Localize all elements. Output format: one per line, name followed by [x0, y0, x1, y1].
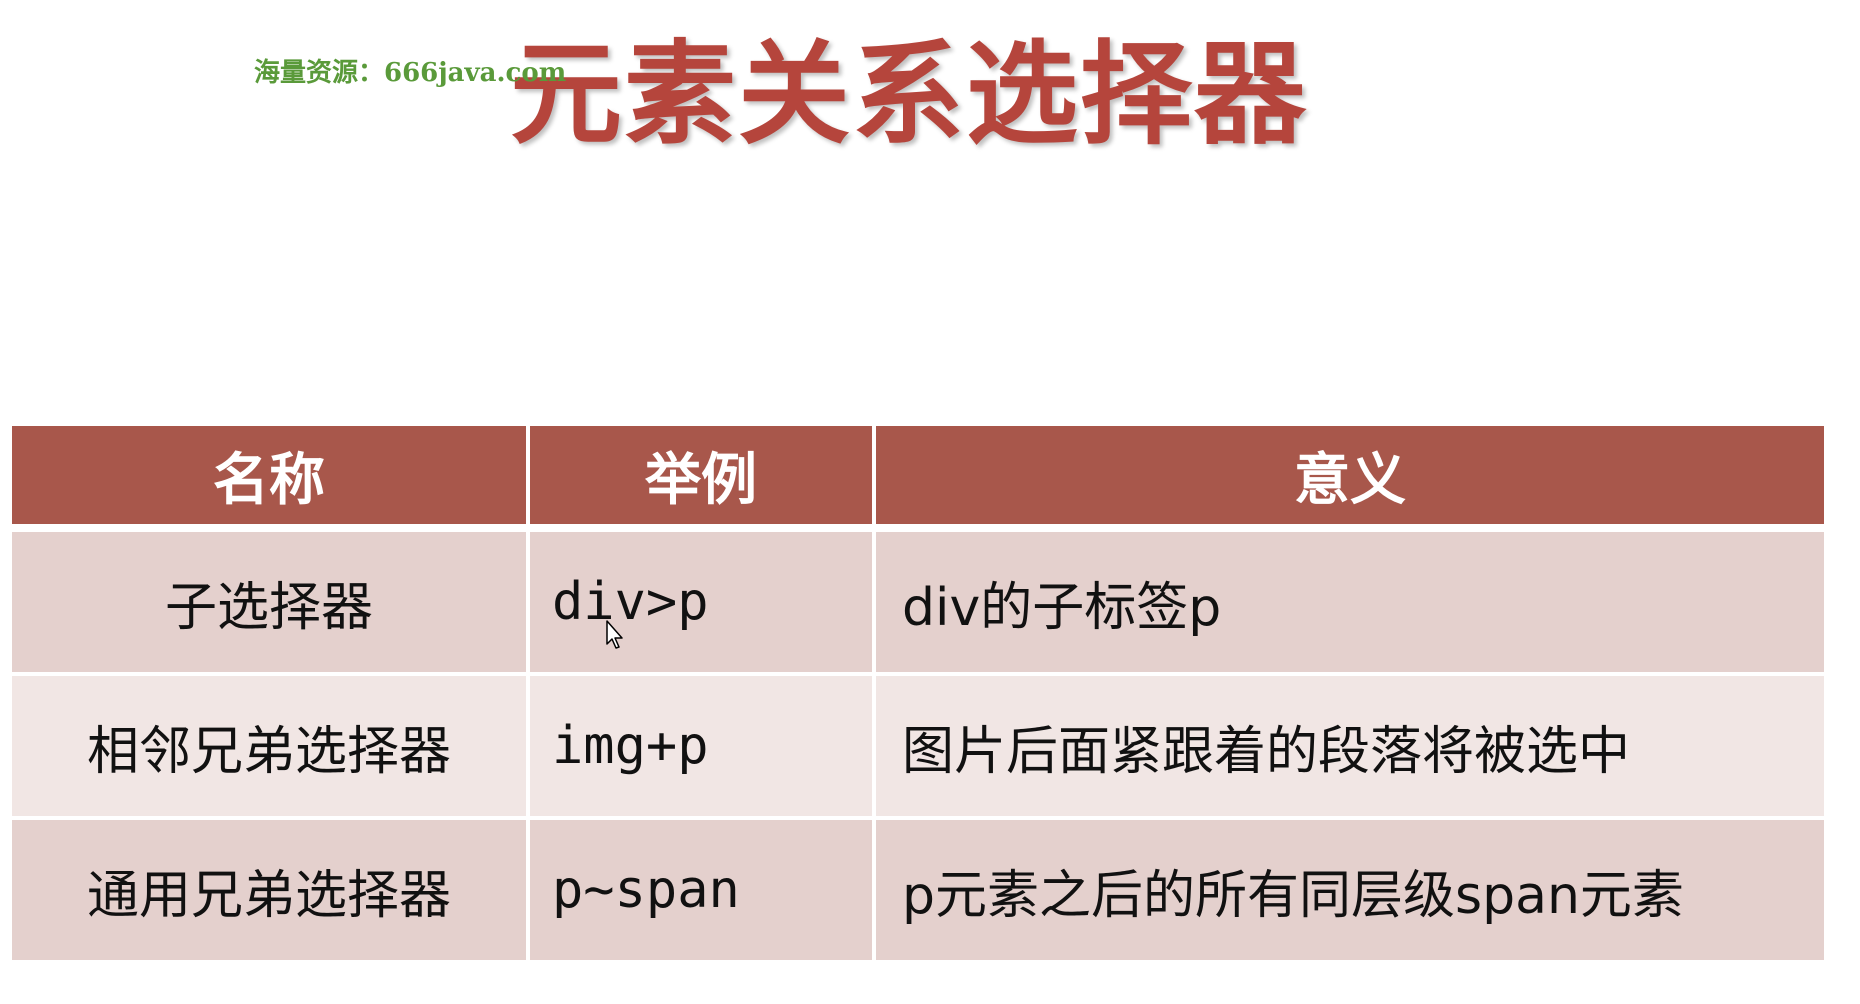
table-header-row: 名称 举例 意义	[12, 426, 1824, 532]
row-name-cell: 相邻兄弟选择器	[12, 676, 530, 820]
watermark-text: 海量资源：666java.com	[254, 58, 567, 88]
table-row: 相邻兄弟选择器 img+p 图片后面紧跟着的段落将被选中	[12, 676, 1824, 820]
row-name-cell: 子选择器	[12, 532, 530, 676]
selector-table: 名称 举例 意义 子选择器 div>p div的子标签p 相邻兄弟选择器 img…	[12, 426, 1824, 964]
mouse-pointer-icon	[606, 620, 623, 649]
slide: 元素关系选择器 海量资源：666java.com 名称 举例 意义 子选择器 d…	[0, 0, 1860, 1004]
row-name-cell: 通用兄弟选择器	[12, 820, 530, 964]
table-row: 子选择器 div>p div的子标签p	[12, 532, 1824, 676]
header-example: 举例	[530, 426, 876, 532]
row-example-cell: p~span	[530, 820, 876, 964]
header-meaning: 意义	[876, 426, 1824, 532]
row-meaning-cell: p元素之后的所有同层级span元素	[876, 820, 1824, 964]
slide-title: 元素关系选择器	[510, 30, 1308, 160]
row-example-cell: div>p	[530, 532, 876, 676]
row-meaning-cell: 图片后面紧跟着的段落将被选中	[876, 676, 1824, 820]
header-name: 名称	[12, 426, 530, 532]
row-meaning-cell: div的子标签p	[876, 532, 1824, 676]
table-row: 通用兄弟选择器 p~span p元素之后的所有同层级span元素	[12, 820, 1824, 964]
row-example-cell: img+p	[530, 676, 876, 820]
